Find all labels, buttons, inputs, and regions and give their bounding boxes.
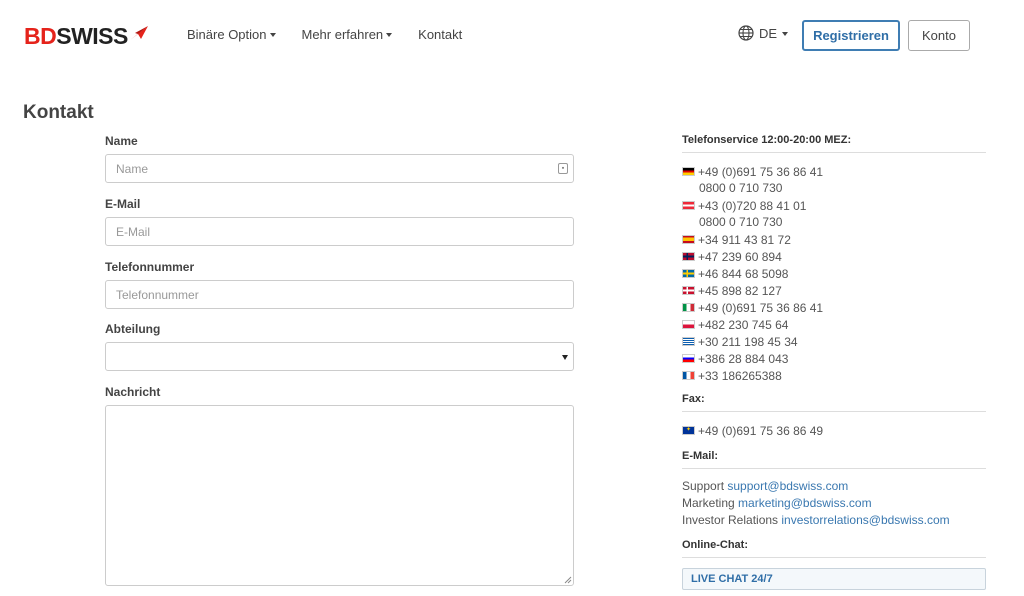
live-chat-button[interactable]: LIVE CHAT 24/7 [682,568,986,590]
france-flag-icon [682,371,695,380]
caret-down-icon [269,32,276,37]
phone-row-fr: +33 186265388 [682,368,782,383]
phone-number: +482 230 745 64 [698,317,789,332]
email-heading: E-Mail: [682,450,986,469]
email-label: E-Mail [105,197,141,211]
fax-heading: Fax: [682,393,986,412]
logo-arrow-icon [129,26,148,40]
nav-binary-option[interactable]: Binäre Option [187,26,276,42]
nav-learn-more-label: Mehr erfahren [301,26,384,42]
phone-row-es: +34 911 43 81 72 [682,232,791,247]
logo-bd-text: BD [24,22,57,49]
austria-flag-icon [682,201,695,210]
email-label: Support [682,479,725,493]
account-button[interactable]: Konto [908,20,970,51]
site-header: BD SWISS Binäre Option Mehr erfahren Kont… [0,0,1024,70]
chat-heading: Online-Chat: [682,539,986,558]
phone-number: +45 898 82 127 [698,283,782,298]
dropdown-arrow-icon [562,355,568,360]
phone-row-gr: +30 211 198 45 34 [682,334,798,349]
phone-number-freecall: 0800 0 710 730 [699,215,783,229]
language-label: DE [759,25,778,41]
italy-flag-icon [682,303,695,312]
phone-row-pl: +482 230 745 64 [682,317,788,332]
caret-down-icon [386,32,393,37]
marketing-email-link[interactable]: marketing@bdswiss.com [738,496,872,510]
phone-row-de: +49 (0)691 75 36 86 41 [682,164,823,179]
nav-binary-option-label: Binäre Option [187,26,267,42]
phone-number: +47 239 60 894 [698,249,782,264]
phone-number: +49 (0)691 75 36 86 41 [698,164,824,179]
phone-number: +46 844 68 5098 [698,266,789,281]
phone-heading: Telefonservice 12:00-20:00 MEZ: [682,134,986,153]
phone-number: +49 (0)691 75 36 86 41 [698,300,824,315]
name-input[interactable] [105,154,574,183]
phone-row-no: +47 239 60 894 [682,249,782,264]
phone-row-se: +46 844 68 5098 [682,266,788,281]
phone-number-freecall: 0800 0 710 730 [699,181,783,195]
email-label: Marketing [682,496,735,510]
sweden-flag-icon [682,269,695,278]
spain-flag-icon [682,235,695,244]
poland-flag-icon [682,320,695,329]
phone-row-at: +43 (0)720 88 41 01 [682,198,806,213]
email-row-support: Support support@bdswiss.com [682,479,848,493]
message-textarea[interactable] [105,405,574,586]
register-button[interactable]: Registrieren [802,20,900,51]
department-label: Abteilung [105,322,161,336]
slovenia-flag-icon [682,354,695,363]
germany-flag-icon [682,167,695,176]
phone-row-dk: +45 898 82 127 [682,283,782,298]
main-nav: Binäre Option Mehr erfahren Kontakt [187,26,488,42]
denmark-flag-icon [682,286,695,295]
fax-row: ✦ +49 (0)691 75 36 86 49 [682,423,823,438]
resize-grip-icon[interactable] [564,576,572,584]
phone-input[interactable] [105,280,574,309]
department-select[interactable] [105,342,574,371]
phone-row-si: +386 28 884 043 [682,351,788,366]
phone-number: +386 28 884 043 [698,351,789,366]
nav-contact-label: Kontakt [418,26,463,42]
phone-number: +30 211 198 45 34 [698,334,798,349]
message-label: Nachricht [105,385,161,399]
logo-swiss-text: SWISS [56,22,128,49]
language-selector[interactable]: DE [738,25,789,41]
phone-row-it: +49 (0)691 75 36 86 41 [682,300,823,315]
nav-learn-more[interactable]: Mehr erfahren [302,26,393,42]
norway-flag-icon [682,252,695,261]
greece-flag-icon [682,337,695,346]
bdswiss-logo[interactable]: BD SWISS [24,24,149,48]
phone-number: +43 (0)720 88 41 01 [698,198,807,213]
support-email-link[interactable]: support@bdswiss.com [727,479,848,493]
page-title: Kontakt [23,102,94,123]
name-label: Name [105,134,138,148]
email-row-marketing: Marketing marketing@bdswiss.com [682,496,872,510]
caret-down-icon [782,31,789,36]
email-label: Investor Relations [682,513,779,527]
phone-label: Telefonnummer [105,260,195,274]
contact-card-icon: ▪ [558,163,568,174]
eu-flag-icon: ✦ [682,426,695,435]
email-input[interactable] [105,217,574,246]
investor-email-link[interactable]: investorrelations@bdswiss.com [781,513,949,527]
phone-number: +34 911 43 81 72 [698,232,791,247]
phone-number: +33 186265388 [698,368,782,383]
nav-contact[interactable]: Kontakt [418,26,462,42]
globe-icon [738,25,754,41]
fax-number: +49 (0)691 75 36 86 49 [698,423,824,438]
email-row-investor: Investor Relations investorrelations@bds… [682,513,950,527]
